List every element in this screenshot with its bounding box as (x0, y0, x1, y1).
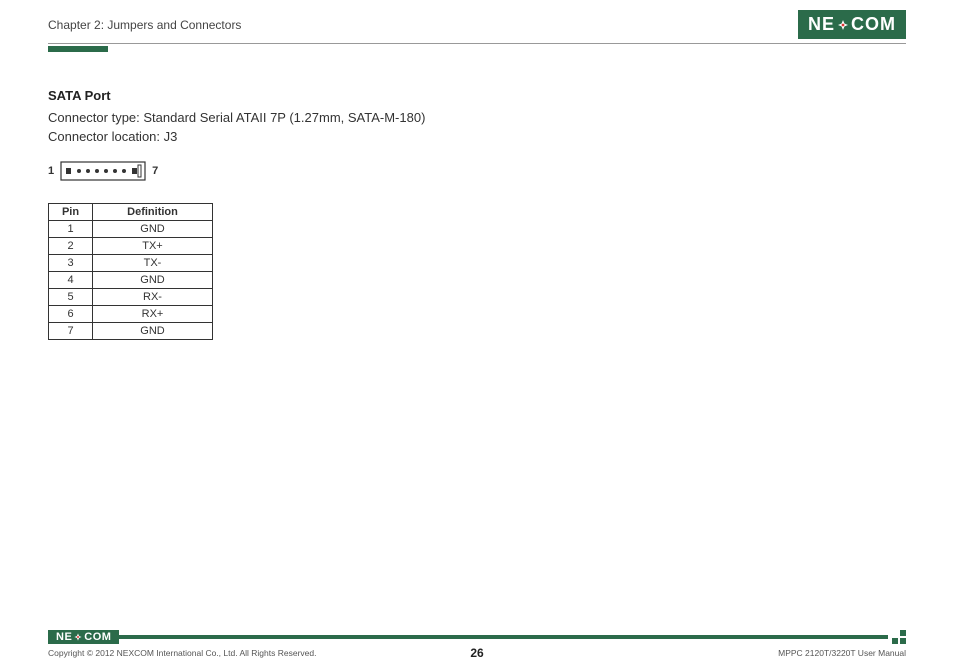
manual-name: MPPC 2120T/3220T User Manual (778, 648, 906, 658)
diagram-pin-right: 7 (152, 165, 158, 177)
connector-location-text: Connector location: J3 (48, 128, 906, 147)
cell-pin: 7 (49, 322, 93, 339)
logo-x-icon (836, 18, 850, 32)
diagram-pin-left: 1 (48, 165, 54, 177)
table-row: 1GND (49, 220, 213, 237)
page-content: SATA Port Connector type: Standard Seria… (0, 52, 954, 340)
page-header: Chapter 2: Jumpers and Connectors NE COM (0, 0, 954, 43)
cell-def: RX- (93, 288, 213, 305)
cell-pin: 4 (49, 271, 93, 288)
table-header-pin: Pin (49, 203, 93, 220)
cell-def: GND (93, 220, 213, 237)
table-header-row: Pin Definition (49, 203, 213, 220)
page-number: 26 (470, 646, 483, 660)
brand-logo-box: NE COM (798, 10, 906, 39)
cell-def: GND (93, 271, 213, 288)
brand-logo: NE COM (798, 10, 906, 39)
cell-def: TX- (93, 254, 213, 271)
header-rule (48, 43, 906, 44)
sata-connector-icon (60, 161, 146, 181)
logo-text-left: NE (808, 14, 835, 35)
cell-pin: 2 (49, 237, 93, 254)
page-footer: NE COM Copyright © 2012 NEXCOM Internati… (0, 629, 954, 658)
cell-pin: 3 (49, 254, 93, 271)
cell-pin: 6 (49, 305, 93, 322)
footer-bar-fill (119, 635, 888, 639)
connector-diagram: 1 7 (48, 161, 906, 181)
table-row: 3TX- (49, 254, 213, 271)
table-row: 6RX+ (49, 305, 213, 322)
cell-pin: 5 (49, 288, 93, 305)
cell-pin: 1 (49, 220, 93, 237)
footer-text-row: Copyright © 2012 NEXCOM International Co… (48, 648, 906, 658)
footer-squares-icon (892, 630, 906, 644)
pin-definition-table: Pin Definition 1GND 2TX+ 3TX- 4GND 5RX- … (48, 203, 213, 340)
logo-text-right: COM (851, 14, 896, 35)
table-row: 4GND (49, 271, 213, 288)
copyright-text: Copyright © 2012 NEXCOM International Co… (48, 648, 316, 658)
table-row: 7GND (49, 322, 213, 339)
footer-bar: NE COM (48, 629, 906, 645)
table-row: 2TX+ (49, 237, 213, 254)
connector-type-text: Connector type: Standard Serial ATAII 7P… (48, 109, 906, 128)
footer-logo-text-left: NE (56, 631, 72, 643)
table-header-definition: Definition (93, 203, 213, 220)
cell-def: RX+ (93, 305, 213, 322)
cell-def: TX+ (93, 237, 213, 254)
cell-def: GND (93, 322, 213, 339)
footer-logo-x-icon (73, 632, 83, 642)
section-title: SATA Port (48, 88, 906, 103)
footer-logo-text-right: COM (84, 631, 111, 643)
table-row: 5RX- (49, 288, 213, 305)
footer-brand-logo: NE COM (48, 630, 119, 644)
chapter-title: Chapter 2: Jumpers and Connectors (48, 18, 241, 32)
